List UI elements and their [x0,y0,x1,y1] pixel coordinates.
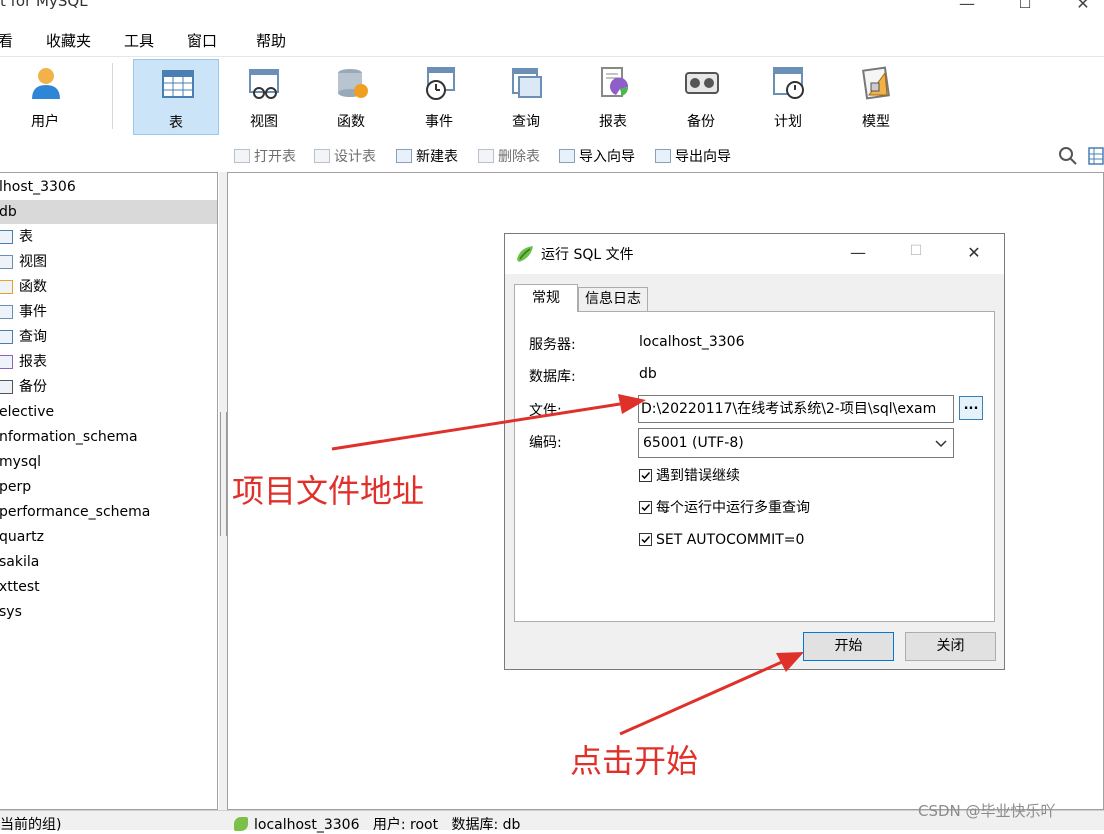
start-arrow-line [619,660,783,736]
file-path-annotation: 项目文件地址 [232,472,425,510]
tab-general[interactable]: 常规 [514,284,578,312]
watermark: CSDN @毕业快乐吖 [918,802,1056,820]
file-path-arrow-line [331,402,621,451]
start-annotation: 点击开始 [570,742,699,780]
annotation-arrows [331,394,804,736]
file-path-arrow-head [618,394,646,414]
